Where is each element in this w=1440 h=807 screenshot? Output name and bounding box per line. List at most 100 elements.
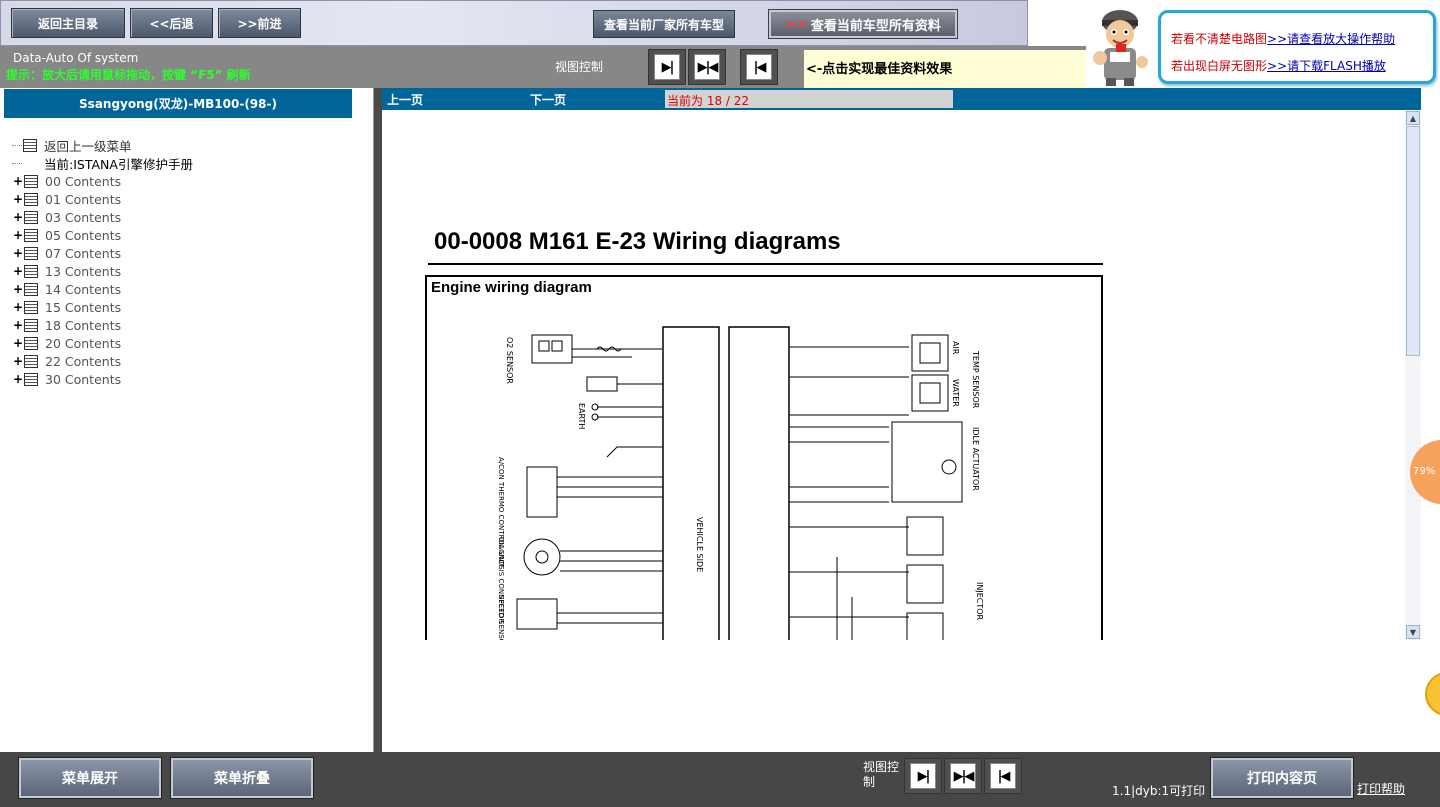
tree-current-label: 当前:ISTANA引擎修护手册 <box>44 156 193 172</box>
tree-connector <box>12 144 22 146</box>
bottom-view-split-button[interactable]: ▶|◀ <box>944 758 982 794</box>
help-box: 若看不清楚电路图>>请查看放大操作帮助 若出现白屏无图形>>请下载FLASH播放 <box>1158 10 1436 84</box>
tree-item-label: 22 Contents <box>45 353 122 369</box>
tree-item[interactable]: +18 Contents <box>12 316 193 334</box>
tree-item[interactable]: +13 Contents <box>12 262 193 280</box>
book-icon <box>24 228 38 242</box>
tree-item[interactable]: +05 Contents <box>12 226 193 244</box>
view-split-button[interactable]: ▶|◀ <box>688 49 726 85</box>
book-icon <box>24 300 38 314</box>
tree-item[interactable]: +03 Contents <box>12 208 193 226</box>
tree-item[interactable]: +15 Contents <box>12 298 193 316</box>
page-indicator: 当前为 18 / 22 <box>665 90 953 108</box>
book-icon <box>24 372 38 386</box>
viewer-scrollbar[interactable]: ▲ ▼ <box>1405 110 1421 640</box>
expand-plus-icon[interactable]: + <box>12 246 24 260</box>
bottom-view-expand-right-button[interactable]: ▶| <box>904 758 942 794</box>
expand-plus-icon[interactable]: + <box>12 318 24 332</box>
idle-actuator-label: IDLE ACTUATOR <box>971 427 980 491</box>
scroll-down-icon[interactable]: ▼ <box>1406 625 1420 639</box>
help-blank-text: 若出现白屏无图形 <box>1171 59 1268 73</box>
expand-plus-icon[interactable]: + <box>12 354 24 368</box>
tree-item[interactable]: +30 Contents <box>12 370 193 388</box>
content-pane: 00-0008 M161 E-23 Wiring diagrams Engine… <box>382 110 1421 752</box>
book-icon <box>24 282 38 296</box>
collapse-menu-button[interactable]: 菜单折叠 <box>170 757 314 799</box>
bottom-view-expand-left-button[interactable]: |◀ <box>984 758 1022 794</box>
book-icon <box>24 336 38 350</box>
tree-item[interactable]: +20 Contents <box>12 334 193 352</box>
tree-item[interactable]: +22 Contents <box>12 352 193 370</box>
top-toolbar: 返回主目录 <<后退 >>前进 查看当前厂家所有车型 >> 查看当前车型所有资料 <box>0 0 1028 46</box>
scroll-up-icon[interactable]: ▲ <box>1406 111 1420 125</box>
gold-circle-icon[interactable] <box>1425 672 1440 716</box>
tree-item-label: 13 Contents <box>45 263 122 279</box>
expand-plus-icon[interactable]: + <box>12 300 24 314</box>
diagram-subtitle: Engine wiring diagram <box>431 279 592 296</box>
water-label: WATER <box>951 379 960 407</box>
book-icon <box>24 354 38 368</box>
next-page-link[interactable]: 下一页 <box>530 91 566 108</box>
tree-item[interactable]: +01 Contents <box>12 190 193 208</box>
tree-item[interactable]: +00 Contents <box>12 172 193 190</box>
tree-item-label: 07 Contents <box>45 245 122 261</box>
print-content-button[interactable]: 打印内容页 <box>1210 757 1354 799</box>
view-expand-left-button[interactable]: |◀ <box>740 49 778 85</box>
temp-sensor-label: TEMP SENSOR <box>971 350 980 409</box>
document-viewer[interactable]: 00-0008 M161 E-23 Wiring diagrams Engine… <box>382 110 1421 640</box>
mechanic-mascot-icon <box>1086 0 1156 88</box>
speed-sensor-label: SPEED SENSOR <box>497 595 505 640</box>
status-bar: Data-Auto Of system 提示：放大后请用鼠标拖动，按键 “F5”… <box>0 46 1086 88</box>
arrow-left-bar-icon: |◀ <box>746 54 772 80</box>
tree-item-label: 30 Contents <box>45 371 122 387</box>
injector-label: INJECTOR <box>975 582 984 621</box>
arrow-left-bar-icon: |◀ <box>990 763 1016 789</box>
tree-back-item[interactable]: 返回上一级菜单 <box>12 136 193 154</box>
view-model-all-button[interactable]: >> 查看当前车型所有资料 <box>768 9 958 39</box>
tree-item-label: 01 Contents <box>45 191 122 207</box>
scroll-thumb[interactable] <box>1406 126 1420 356</box>
blank-icon <box>23 156 37 170</box>
expand-plus-icon[interactable]: + <box>12 210 24 224</box>
arrow-split-icon: ▶|◀ <box>694 54 720 80</box>
tree-item-label: 15 Contents <box>45 299 122 315</box>
sidebar-title: Ssangyong(双龙)-MB100-(98-) <box>4 89 352 118</box>
wiring-diagram-drawing: O2 SENSOR EARTH A/CON THERMO CONTROL UNI… <box>497 326 984 640</box>
expand-menu-button[interactable]: 菜单展开 <box>18 757 162 799</box>
wiring-diagram: Engine wiring diagram O2 SENSOR EARTH A/… <box>425 275 1103 640</box>
system-name: Data-Auto Of system <box>13 51 139 65</box>
air-label: AIR <box>951 341 960 355</box>
panel-splitter[interactable] <box>374 88 382 752</box>
expand-plus-icon[interactable]: + <box>12 192 24 206</box>
expand-plus-icon[interactable]: + <box>12 372 24 386</box>
arrow-split-icon: ▶|◀ <box>950 763 976 789</box>
bottom-toolbar: 菜单展开 菜单折叠 视图控制 ▶| ▶|◀ |◀ 1.1|dyb:1可打印 打印… <box>0 752 1440 807</box>
flash-download-link[interactable]: >>请下载FLASH播放 <box>1267 59 1386 73</box>
tree-connector <box>12 162 22 164</box>
main-menu-button[interactable]: 返回主目录 <box>11 8 125 38</box>
refresh-hint: 提示：放大后请用鼠标拖动，按键 “F5” 刷新 <box>6 68 251 82</box>
view-expand-right-button[interactable]: ▶| <box>648 49 686 85</box>
book-icon <box>24 192 38 206</box>
forward-button[interactable]: >>前进 <box>218 8 301 38</box>
menu-tree: 返回上一级菜单 当前:ISTANA引擎修护手册 +00 Contents +01 … <box>12 136 193 388</box>
prev-page-link[interactable]: 上一页 <box>387 91 423 108</box>
tree-item-label: 14 Contents <box>45 281 122 297</box>
o2-sensor-label: O2 SENSOR <box>505 337 514 384</box>
expand-plus-icon[interactable]: + <box>12 336 24 350</box>
tree-item-label: 20 Contents <box>45 335 122 351</box>
expand-plus-icon[interactable]: + <box>12 264 24 278</box>
expand-plus-icon[interactable]: + <box>12 282 24 296</box>
earth-label: EARTH <box>577 403 586 429</box>
book-icon <box>23 138 37 152</box>
expand-plus-icon[interactable]: + <box>12 228 24 242</box>
back-button[interactable]: <<后退 <box>130 8 213 38</box>
book-icon <box>24 174 38 188</box>
expand-plus-icon[interactable]: + <box>12 174 24 188</box>
help-unclear-text: 若看不清楚电路图 <box>1171 32 1268 46</box>
print-help-link[interactable]: 打印帮助 <box>1357 780 1405 797</box>
tree-item[interactable]: +07 Contents <box>12 244 193 262</box>
zoom-help-link[interactable]: >>请查看放大操作帮助 <box>1267 32 1395 46</box>
tree-item[interactable]: +14 Contents <box>12 280 193 298</box>
view-maker-models-button[interactable]: 查看当前厂家所有车型 <box>593 10 735 38</box>
